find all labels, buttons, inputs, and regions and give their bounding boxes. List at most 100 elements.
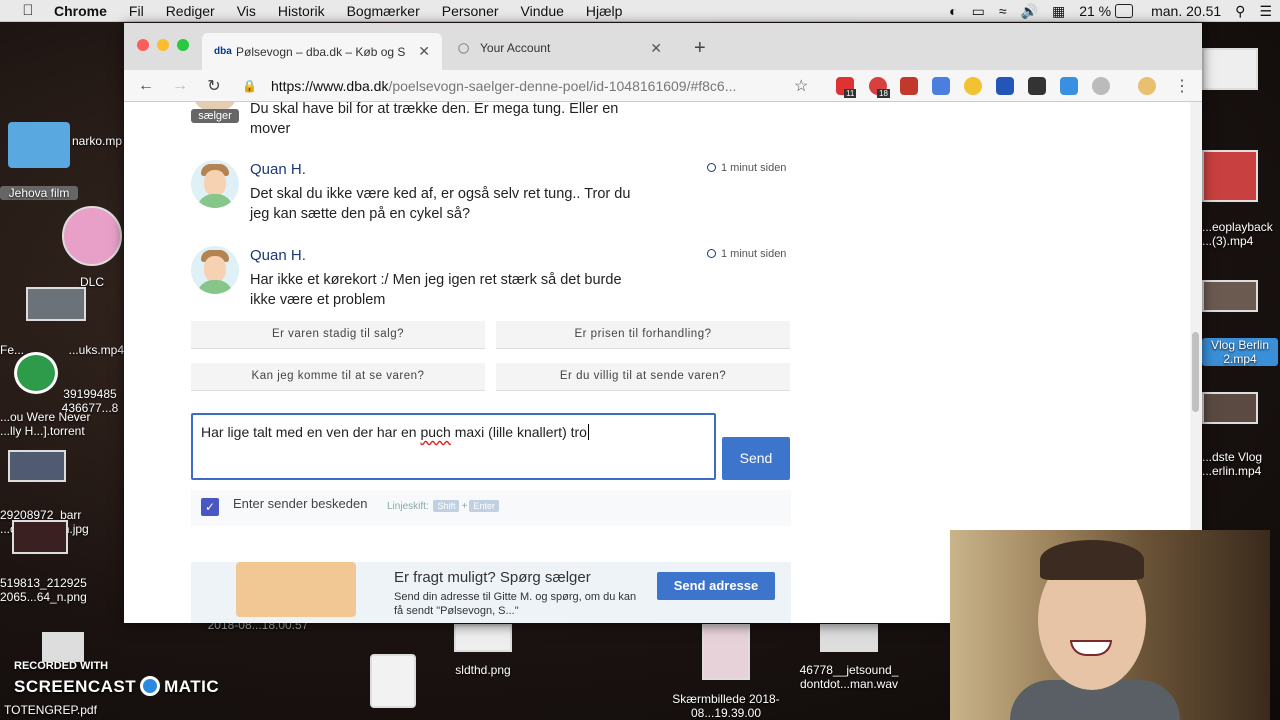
- quick-reply-button[interactable]: Er varen stadig til salg?: [191, 321, 485, 349]
- wifi-icon[interactable]: ≈: [999, 3, 1007, 19]
- desktop-icon-label[interactable]: ...uks.mp4: [44, 343, 124, 357]
- battery-percent[interactable]: 21 %: [1079, 3, 1111, 19]
- menu-item-rediger[interactable]: Rediger: [166, 3, 215, 19]
- desktop-thumb[interactable]: [1202, 150, 1258, 202]
- airplay-icon[interactable]: ▭: [972, 3, 985, 20]
- extension-icon[interactable]: [1028, 77, 1046, 95]
- dba-favicon-icon: dba: [214, 46, 232, 57]
- menu-item-historik[interactable]: Historik: [278, 3, 325, 19]
- notification-center-icon[interactable]: ☰: [1259, 3, 1272, 20]
- apple-menu-icon[interactable]: : [20, 2, 36, 19]
- desktop-icon-label[interactable]: Vlog Berlin 2.mp4: [1202, 338, 1278, 366]
- emoji-extension-icon[interactable]: [964, 77, 982, 95]
- desktop-icon-label[interactable]: ...ou Were Never ...lly H...].torrent: [0, 410, 92, 438]
- close-tab-icon[interactable]: ✕: [418, 43, 430, 60]
- enter-sends-label[interactable]: Enter sender beskeden: [233, 496, 367, 511]
- enter-sends-checkbox[interactable]: ✓: [201, 498, 219, 516]
- battery-icon[interactable]: [1115, 4, 1134, 18]
- extension-icon[interactable]: [1092, 77, 1110, 95]
- calendar-icon[interactable]: ▦: [1052, 3, 1065, 20]
- address-bar[interactable]: https://www.dba.dk/poelsevogn-saelger-de…: [271, 78, 811, 94]
- clock-icon: [707, 249, 716, 258]
- desktop-thumb[interactable]: [26, 287, 86, 321]
- menu-item-vis[interactable]: Vis: [237, 3, 256, 19]
- desktop-icon-label[interactable]: 46778__jetsound_ dontdot...man.wav: [786, 663, 912, 691]
- package-illustration: [236, 562, 356, 617]
- desktop-icon-label[interactable]: ...dste Vlog ...erlin.mp4: [1202, 450, 1278, 478]
- desktop-thumb[interactable]: [1202, 392, 1258, 424]
- close-tab-icon[interactable]: ✕: [650, 40, 662, 57]
- desktop-thumb[interactable]: [8, 450, 66, 482]
- new-tab-button[interactable]: +: [694, 37, 706, 60]
- message-text: Det skal du ikke være ked af, er også se…: [250, 186, 631, 222]
- tab-your-account[interactable]: ◯ Your Account ✕: [446, 33, 674, 63]
- message-author[interactable]: Quan H.: [250, 247, 306, 264]
- desktop-icon-label[interactable]: narko.mp: [72, 134, 124, 148]
- volume-icon[interactable]: 🔊: [1021, 3, 1038, 20]
- seller-message-text: Du skal have bil for at trække den. Er m…: [250, 102, 619, 137]
- webloc-icon[interactable]: [370, 654, 416, 708]
- enter-key: Enter: [469, 500, 499, 512]
- tab-dba[interactable]: dba Pølsevogn – dba.dk – Køb og S ✕: [202, 33, 442, 70]
- enter-sends-row: ✓ Enter sender beskeden Linjeskift: Shif…: [191, 490, 791, 526]
- quick-reply-button[interactable]: Er du villig til at sende varen?: [496, 363, 790, 391]
- quick-reply-button[interactable]: Er prisen til forhandling?: [496, 321, 790, 349]
- send-address-button[interactable]: Send adresse: [657, 572, 775, 600]
- desktop-icon-label[interactable]: sldthd.png: [440, 663, 526, 677]
- bookmark-star-icon[interactable]: ☆: [794, 76, 808, 96]
- message-textarea[interactable]: Har lige talt med en ven der har en puch…: [191, 413, 716, 480]
- desktop-thumb[interactable]: [1202, 48, 1258, 90]
- desktop-thumb[interactable]: [702, 624, 750, 680]
- zoom-window-button[interactable]: [177, 39, 189, 51]
- utorrent-icon[interactable]: [14, 352, 58, 394]
- message-author[interactable]: Quan H.: [250, 161, 306, 178]
- desktop-folder-icon[interactable]: [8, 122, 70, 168]
- forward-button[interactable]: →: [168, 77, 192, 95]
- desktop-icon-label[interactable]: 519813_212925 2065...64_n.png: [0, 576, 96, 604]
- translate-extension-icon[interactable]: [932, 77, 950, 95]
- browser-toolbar: ← → ↻ 🔒 https://www.dba.dk/poelsevogn-sa…: [124, 70, 1202, 102]
- reload-button[interactable]: ↻: [202, 76, 226, 96]
- desktop-thumb[interactable]: [12, 520, 68, 554]
- extension-icon[interactable]: [900, 77, 918, 95]
- desktop-thumb[interactable]: [454, 624, 512, 652]
- desktop-icon-label[interactable]: TOTENGREP.pdf: [4, 703, 124, 717]
- quick-reply-button[interactable]: Kan jeg komme til at se varen?: [191, 363, 485, 391]
- misspelled-word: puch: [420, 424, 451, 440]
- shipping-promo-banner: Er fragt muligt? Spørg sælger Send din a…: [191, 562, 791, 623]
- chrome-menu-icon[interactable]: ⋮: [1174, 76, 1190, 96]
- record-dot-icon: [140, 676, 161, 696]
- shift-key: Shift: [433, 500, 460, 512]
- profile-avatar-icon[interactable]: [1138, 77, 1156, 95]
- desktop-icon-label[interactable]: Jehova film: [0, 186, 78, 200]
- watermark-screencast: SCREENCAST: [14, 677, 137, 696]
- lock-icon[interactable]: 🔒: [242, 79, 257, 93]
- desktop-dlc-icon[interactable]: [62, 206, 122, 266]
- desktop-thumb[interactable]: [820, 624, 878, 652]
- bookmark-extension-icon[interactable]: [996, 77, 1014, 95]
- extension-icon[interactable]: [1060, 77, 1078, 95]
- window-controls: [137, 39, 197, 51]
- menu-app-name[interactable]: Chrome: [54, 3, 107, 19]
- menu-item-vindue[interactable]: Vindue: [521, 3, 564, 19]
- spotlight-search-icon[interactable]: ⚲: [1235, 3, 1245, 20]
- user-avatar: [191, 246, 239, 294]
- desktop-thumb[interactable]: [1202, 280, 1258, 312]
- tab-title: Your Account: [480, 41, 551, 55]
- desktop-icon-label[interactable]: ...eoplayback ...(3).mp4: [1202, 220, 1278, 248]
- desktop-icon-label[interactable]: Skærmbillede 2018-08...19.39.00: [664, 692, 788, 720]
- mac-menubar:  Chrome Fil Rediger Vis Historik Bogmær…: [0, 0, 1280, 22]
- close-window-button[interactable]: [137, 39, 149, 51]
- globe-favicon-icon: ◯: [458, 42, 470, 54]
- minimize-window-button[interactable]: [157, 39, 169, 51]
- menu-item-fil[interactable]: Fil: [129, 3, 144, 19]
- clock[interactable]: man. 20.51: [1151, 3, 1221, 19]
- do-not-disturb-icon[interactable]: ◐: [949, 3, 957, 19]
- menu-item-hjaelp[interactable]: Hjælp: [586, 3, 623, 19]
- send-button[interactable]: Send: [722, 437, 790, 480]
- back-button[interactable]: ←: [134, 77, 158, 95]
- menu-item-bogmaerker[interactable]: Bogmærker: [347, 3, 420, 19]
- scrollbar-thumb[interactable]: [1192, 332, 1199, 412]
- desktop-thumb[interactable]: [42, 632, 84, 662]
- menu-item-personer[interactable]: Personer: [442, 3, 499, 19]
